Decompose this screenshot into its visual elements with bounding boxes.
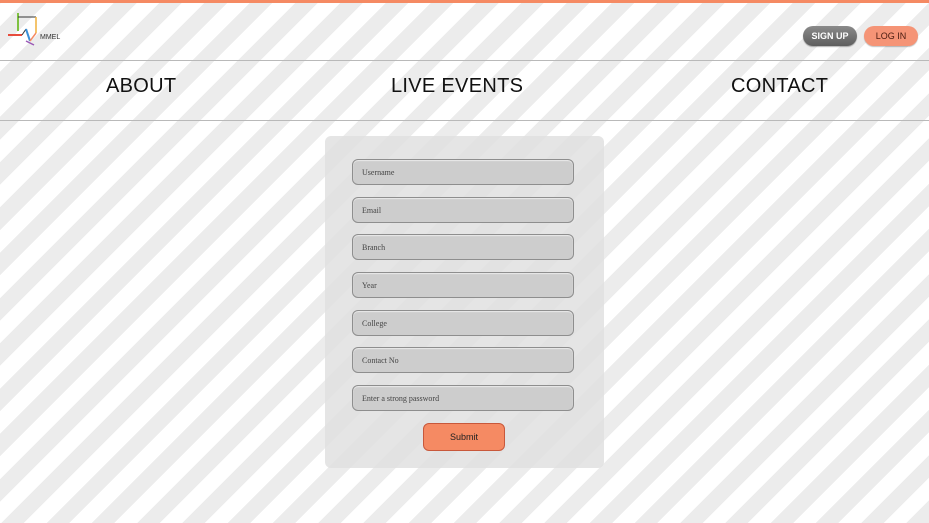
- logo-text: MMEL: [40, 34, 61, 41]
- nav-contact[interactable]: CONTACT: [731, 75, 828, 98]
- password-field[interactable]: Enter a strong password: [352, 385, 574, 411]
- branch-field[interactable]: Branch: [352, 234, 574, 260]
- password-placeholder: Enter a strong password: [362, 394, 440, 403]
- contact-no-placeholder: Contact No: [362, 356, 399, 365]
- main-nav: ABOUT LIVE EVENTS CONTACT: [0, 61, 929, 120]
- email-placeholder: Email: [362, 206, 382, 215]
- nav-about[interactable]: ABOUT: [106, 75, 176, 98]
- nav-live-events[interactable]: LIVE EVENTS: [391, 75, 523, 98]
- header: MMEL SIGN UP LOG IN: [0, 3, 929, 60]
- branch-placeholder: Branch: [362, 243, 386, 252]
- submit-button[interactable]: Submit: [423, 423, 505, 451]
- contact-no-field[interactable]: Contact No: [352, 347, 574, 373]
- login-button[interactable]: LOG IN: [864, 26, 918, 46]
- logo-mark-icon: [8, 13, 37, 46]
- signup-form: Username Email Branch Year College Conta…: [325, 136, 604, 468]
- year-placeholder: Year: [362, 281, 377, 290]
- username-field[interactable]: Username: [352, 159, 574, 185]
- username-placeholder: Username: [362, 168, 395, 177]
- signup-button[interactable]: SIGN UP: [803, 26, 857, 46]
- email-field[interactable]: Email: [352, 197, 574, 223]
- logo[interactable]: MMEL: [6, 11, 76, 51]
- nav-divider: [0, 120, 929, 121]
- year-field[interactable]: Year: [352, 272, 574, 298]
- college-field[interactable]: College: [352, 310, 574, 336]
- college-placeholder: College: [362, 319, 387, 328]
